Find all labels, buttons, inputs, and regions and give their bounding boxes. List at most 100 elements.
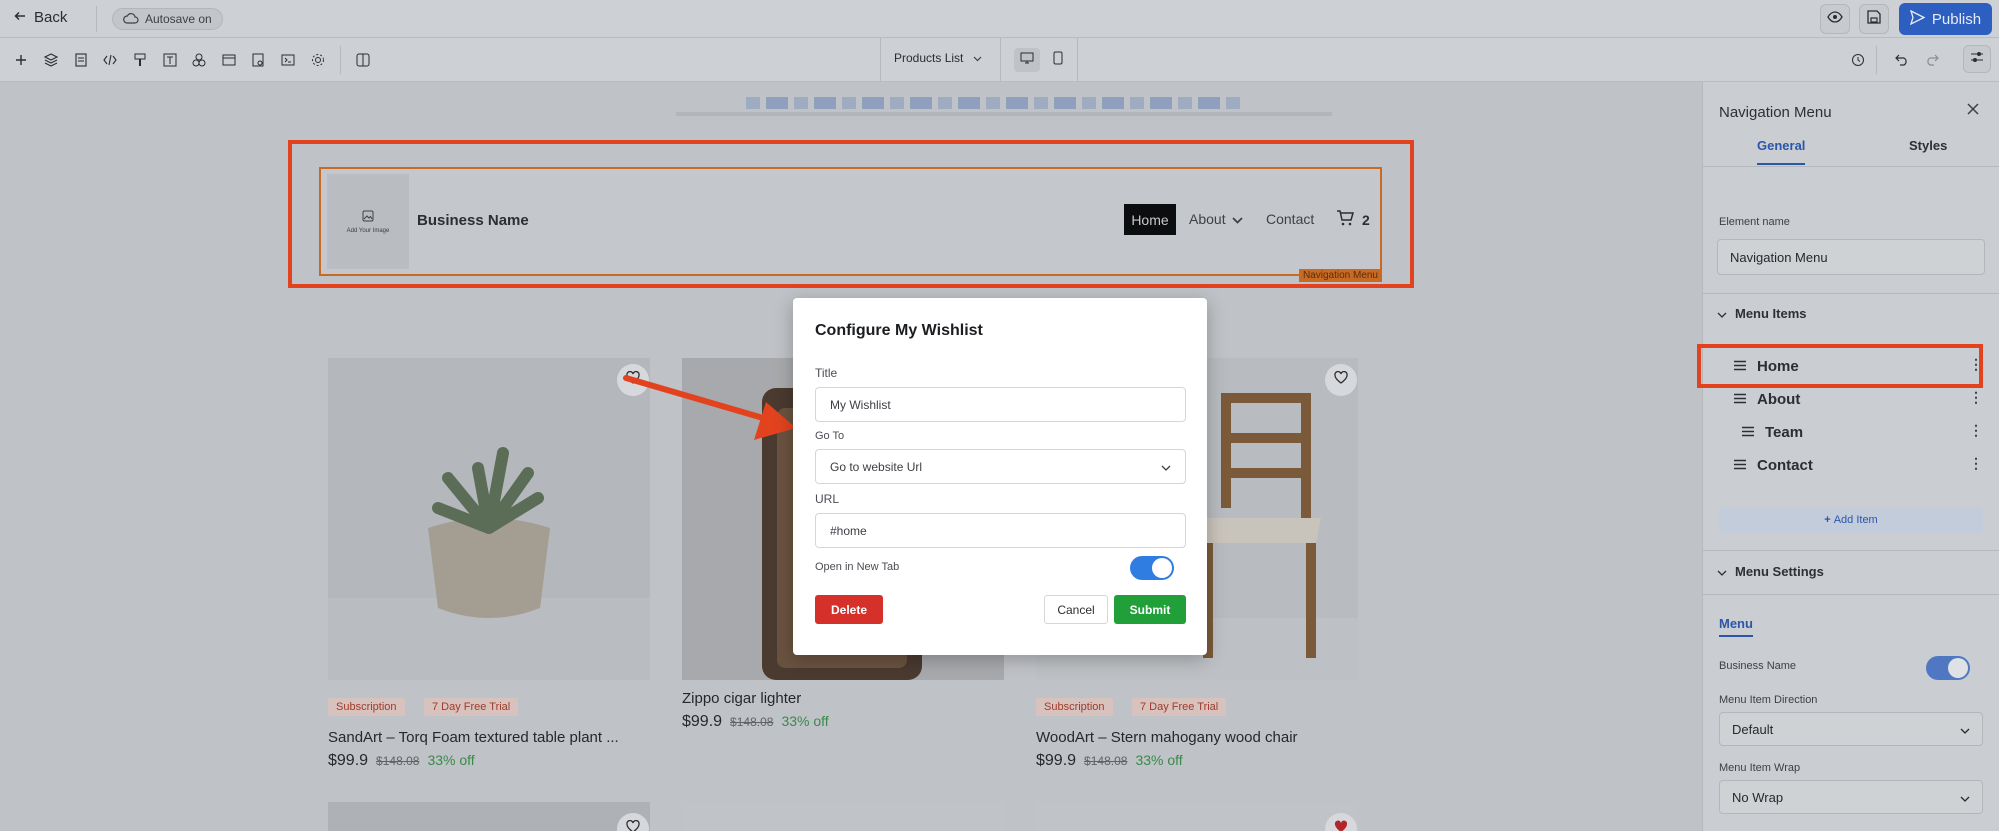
chevron-down-icon <box>1161 460 1171 474</box>
product-title[interactable]: SandArt – Torq Foam textured table plant… <box>328 729 619 746</box>
price: $99.9 <box>1036 752 1077 769</box>
delete-button[interactable]: Delete <box>815 595 883 624</box>
url-label: URL <box>815 492 840 506</box>
autosave-status[interactable]: Autosave on <box>112 8 223 30</box>
redo-icon[interactable] <box>1923 51 1941 69</box>
new-tab-toggle[interactable] <box>1130 556 1174 580</box>
panel-toggle-button[interactable] <box>1963 45 1991 73</box>
menu-items-heading[interactable]: Menu Items <box>1717 306 1807 321</box>
code-icon[interactable] <box>101 51 119 69</box>
plus-icon: + <box>1824 514 1831 526</box>
more-vertical-icon[interactable]: ⋮ <box>1969 422 1983 439</box>
drag-handle-icon[interactable] <box>1733 391 1747 408</box>
product-title[interactable]: Zippo cigar lighter <box>682 690 801 707</box>
tab-general[interactable]: General <box>1757 138 1806 165</box>
sliders-icon <box>1970 50 1984 68</box>
chevron-down-icon <box>1960 722 1970 737</box>
title-input[interactable]: My Wishlist <box>815 387 1186 422</box>
menu-item-about[interactable]: About ⋮ <box>1733 387 1983 411</box>
trial-badge: 7 Day Free Trial <box>1132 698 1227 716</box>
element-name-input[interactable]: Navigation Menu <box>1717 239 1985 275</box>
drag-handle-icon[interactable] <box>1733 457 1747 474</box>
title-input-value: My Wishlist <box>830 397 891 412</box>
product-image[interactable] <box>328 358 650 680</box>
properties-panel: Navigation Menu General Styles Element n… <box>1697 82 1999 831</box>
page-name: Products List <box>894 51 964 65</box>
tab-styles[interactable]: Styles <box>1909 138 1947 153</box>
nav-item-about[interactable]: About <box>1189 211 1243 227</box>
logo-placeholder-label: Add Your Image <box>346 227 390 234</box>
forms-icon[interactable] <box>249 51 267 69</box>
site-navigation-menu[interactable]: Add Your Image Business Name Home About … <box>319 167 1382 282</box>
section-icon[interactable] <box>220 51 238 69</box>
split-view-icon[interactable] <box>354 51 372 69</box>
wrap-value: No Wrap <box>1732 789 1784 805</box>
settings-gear-icon[interactable] <box>309 51 327 69</box>
goto-label: Go To <box>815 430 845 442</box>
publish-button[interactable]: Publish <box>1899 3 1992 35</box>
paint-icon[interactable] <box>131 51 149 69</box>
add-item-label: Add Item <box>1833 514 1878 526</box>
preview-button[interactable] <box>1820 4 1850 34</box>
more-vertical-icon[interactable]: ⋮ <box>1969 455 1983 472</box>
configure-wishlist-dialog: Configure My Wishlist Title My Wishlist … <box>793 298 1207 655</box>
product-card[interactable] <box>682 802 1004 831</box>
wrap-select[interactable]: No Wrap <box>1719 780 1983 814</box>
divider <box>1703 166 1999 167</box>
submit-button[interactable]: Submit <box>1114 595 1186 624</box>
cart-icon <box>1336 210 1354 229</box>
history-icon[interactable] <box>1849 51 1867 69</box>
save-button[interactable] <box>1859 4 1889 34</box>
integrations-icon[interactable] <box>190 51 208 69</box>
nav-item-contact[interactable]: Contact <box>1266 211 1314 227</box>
more-vertical-icon[interactable]: ⋮ <box>1969 389 1983 406</box>
close-icon[interactable] <box>1967 102 1979 120</box>
canvas-ruler <box>676 92 1332 114</box>
menu-settings-heading-label: Menu Settings <box>1735 564 1824 579</box>
terminal-icon[interactable] <box>279 51 297 69</box>
business-name[interactable]: Business Name <box>417 212 529 229</box>
business-name-label: Business Name <box>1719 660 1797 672</box>
menu-item-team[interactable]: Team ⋮ <box>1741 420 1983 444</box>
drag-handle-icon[interactable] <box>1733 358 1747 375</box>
send-icon <box>1909 9 1926 29</box>
tab-menu[interactable]: Menu <box>1719 616 1753 637</box>
undo-icon[interactable] <box>1893 51 1911 69</box>
url-input[interactable]: #home <box>815 513 1186 548</box>
old-price: $148.08 <box>730 715 774 729</box>
menu-item-home[interactable]: Home ⋮ <box>1733 354 1983 378</box>
menu-item-label: Contact <box>1757 456 1813 474</box>
logo-placeholder[interactable]: Add Your Image <box>327 174 409 269</box>
product-card[interactable] <box>328 802 650 831</box>
page-selector[interactable]: Products List <box>894 51 982 65</box>
product-title[interactable]: WoodArt – Stern mahogany wood chair <box>1036 729 1298 746</box>
cart-button[interactable]: 2 <box>1336 210 1370 229</box>
trial-badge: 7 Day Free Trial <box>424 698 519 716</box>
text-icon[interactable] <box>161 51 179 69</box>
pages-icon[interactable] <box>72 51 90 69</box>
nav-item-home[interactable]: Home <box>1124 204 1176 235</box>
drag-handle-icon[interactable] <box>1741 424 1755 441</box>
direction-select[interactable]: Default <box>1719 712 1983 746</box>
menu-item-contact[interactable]: Contact ⋮ <box>1733 453 1983 477</box>
goto-select[interactable]: Go to website Url <box>815 449 1186 484</box>
business-name-toggle[interactable] <box>1926 656 1970 680</box>
subscription-badge: Subscription <box>328 698 405 716</box>
desktop-view-button[interactable] <box>1014 48 1040 72</box>
mobile-view-button[interactable] <box>1045 48 1071 72</box>
cancel-button[interactable]: Cancel <box>1044 595 1108 624</box>
more-vertical-icon[interactable]: ⋮ <box>1969 356 1983 373</box>
divider <box>1077 38 1078 82</box>
add-element-icon[interactable] <box>12 51 30 69</box>
add-item-button[interactable]: + Add Item <box>1719 507 1983 533</box>
product-card[interactable] <box>1036 802 1358 831</box>
divider <box>1703 594 1999 595</box>
panel-title: Navigation Menu <box>1719 104 1832 121</box>
divider <box>340 46 341 74</box>
back-button[interactable]: Back <box>14 9 67 26</box>
wishlist-button[interactable] <box>1325 364 1357 396</box>
menu-settings-heading[interactable]: Menu Settings <box>1717 564 1824 579</box>
heart-icon <box>1334 370 1348 389</box>
layers-icon[interactable] <box>42 51 60 69</box>
image-icon <box>362 210 374 224</box>
